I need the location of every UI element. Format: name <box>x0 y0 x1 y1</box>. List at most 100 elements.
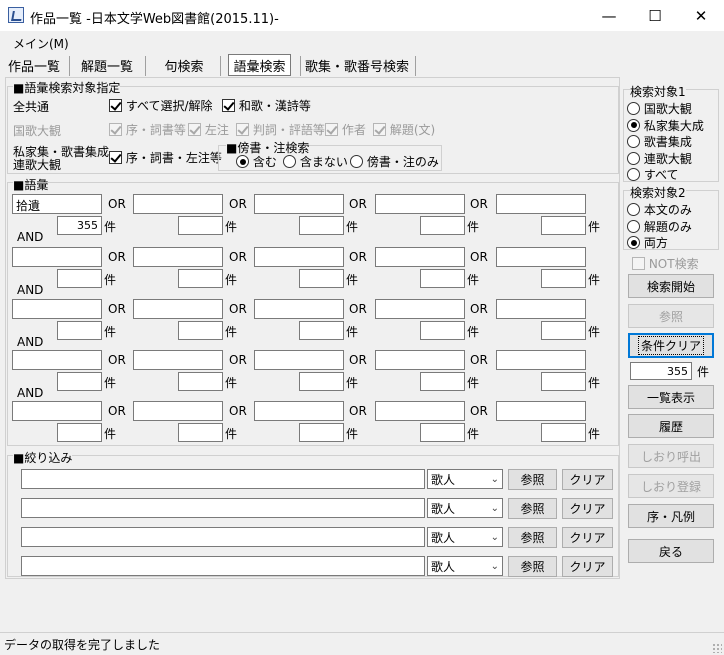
filter-select[interactable]: 歌人 ⌄ <box>427 469 503 489</box>
term-input[interactable] <box>12 401 102 421</box>
count-unit: 件 <box>588 325 601 339</box>
or-label: OR <box>349 353 367 367</box>
search-start-button[interactable]: 検索開始 <box>628 274 714 298</box>
close-button[interactable]: ✕ <box>678 0 724 31</box>
or-label: OR <box>229 250 247 264</box>
chevron-down-icon: ⌄ <box>490 473 499 485</box>
term-input[interactable] <box>254 401 344 421</box>
target2-option[interactable]: 本文のみ <box>627 201 692 218</box>
term-input[interactable] <box>496 194 586 214</box>
tab-divider <box>69 56 70 76</box>
target2-option[interactable]: 解題のみ <box>627 218 692 235</box>
term-input[interactable] <box>12 247 102 267</box>
term-input[interactable] <box>12 299 102 319</box>
kokka-kaidai-checkbox[interactable]: 解題(文) <box>373 121 435 138</box>
bookmark-call-button[interactable]: しおり呼出 <box>628 444 714 468</box>
term-input[interactable] <box>12 350 102 370</box>
bookmark-register-button[interactable]: しおり登録 <box>628 474 714 498</box>
back-button[interactable]: 戻る <box>628 539 714 563</box>
term-input[interactable] <box>133 247 223 267</box>
term-input[interactable] <box>133 401 223 421</box>
filter-clear-button[interactable]: クリア <box>562 527 613 548</box>
target1-option[interactable]: 歌書集成 <box>627 133 692 150</box>
tab-works-list[interactable]: 作品一覧 <box>5 54 63 76</box>
filter-clear-button[interactable]: クリア <box>562 469 613 490</box>
target1-option[interactable]: すべて <box>627 166 679 183</box>
term-input[interactable] <box>496 350 586 370</box>
target1-title: 検索対象1 <box>630 83 686 100</box>
tab-phrase-search[interactable]: 句検索 <box>160 54 208 76</box>
term-input[interactable] <box>133 194 223 214</box>
count-unit: 件 <box>588 220 601 234</box>
filter-input[interactable] <box>21 556 425 576</box>
filter-input[interactable] <box>21 527 425 547</box>
total-count-field: 355 <box>630 362 692 380</box>
term-input[interactable] <box>133 299 223 319</box>
term-input[interactable] <box>254 247 344 267</box>
tab-divider <box>300 56 301 76</box>
filter-ref-button[interactable]: 参照 <box>508 498 557 519</box>
or-label: OR <box>229 404 247 418</box>
term-input[interactable] <box>375 401 465 421</box>
term-count-field <box>57 423 102 442</box>
or-label: OR <box>108 404 126 418</box>
term-input[interactable] <box>375 194 465 214</box>
select-all-checkbox[interactable]: すべて選択/解除 <box>109 97 213 114</box>
history-button[interactable]: 履歴 <box>628 414 714 438</box>
target1-option[interactable]: 国歌大観 <box>627 100 692 117</box>
tab-kashu-search[interactable]: 歌集・歌番号検索 <box>305 54 409 76</box>
filter-clear-button[interactable]: クリア <box>562 498 613 519</box>
target1-option[interactable]: 私家集大成 <box>627 117 704 134</box>
term-input[interactable] <box>254 194 344 214</box>
count-unit: 件 <box>346 220 359 234</box>
filter-clear-button[interactable]: クリア <box>562 556 613 577</box>
count-unit: 件 <box>346 273 359 287</box>
target1-option[interactable]: 連歌大観 <box>627 150 692 167</box>
list-view-button[interactable]: 一覧表示 <box>628 385 714 409</box>
filter-select[interactable]: 歌人 ⌄ <box>427 556 503 576</box>
bosho-only-radio[interactable]: 傍書・注のみ <box>350 153 439 170</box>
bosho-exclude-radio[interactable]: 含まない <box>283 153 348 170</box>
preface-button[interactable]: 序・凡例 <box>628 504 714 528</box>
term-input[interactable] <box>496 247 586 267</box>
term-input[interactable] <box>496 299 586 319</box>
filter-ref-button[interactable]: 参照 <box>508 469 557 490</box>
target2-option[interactable]: 両方 <box>627 234 668 251</box>
menu-main[interactable]: メイン(M) <box>13 35 69 52</box>
tab-vocab-search[interactable]: 語彙検索 <box>228 54 291 76</box>
kokka-jo-checkbox[interactable]: 序・詞書等 <box>109 121 186 138</box>
waka-kanshi-checkbox[interactable]: 和歌・漢詩等 <box>222 97 311 114</box>
filter-ref-button[interactable]: 参照 <box>508 527 557 548</box>
term-count-field <box>57 269 102 288</box>
term-input[interactable] <box>375 247 465 267</box>
resize-grip[interactable] <box>712 643 722 653</box>
bosho-include-radio[interactable]: 含む <box>236 153 277 170</box>
term-input[interactable] <box>496 401 586 421</box>
term-count-field <box>299 216 344 235</box>
shika-jo-checkbox[interactable]: 序・詞書・左注等 <box>109 149 222 166</box>
ref-button[interactable]: 参照 <box>628 304 714 328</box>
term-input[interactable] <box>254 299 344 319</box>
filter-select[interactable]: 歌人 ⌄ <box>427 527 503 547</box>
kokka-author-checkbox[interactable]: 作者 <box>325 121 366 138</box>
checkbox-box[interactable] <box>222 99 235 112</box>
checkbox-box[interactable] <box>109 99 122 112</box>
not-search-checkbox[interactable]: NOT検索 <box>632 255 699 272</box>
term-count-field <box>178 269 223 288</box>
tab-kaidai-list[interactable]: 解題一覧 <box>78 54 136 76</box>
filter-ref-button[interactable]: 参照 <box>508 556 557 577</box>
term-input[interactable] <box>254 350 344 370</box>
kokka-sachu-checkbox[interactable]: 左注 <box>188 121 229 138</box>
kokka-hanshi-checkbox[interactable]: 判詞・評語等 <box>236 121 325 138</box>
term-input[interactable]: 拾遺 <box>12 194 102 214</box>
term-input[interactable] <box>133 350 223 370</box>
term-input[interactable] <box>375 350 465 370</box>
term-input[interactable] <box>375 299 465 319</box>
chevron-down-icon: ⌄ <box>490 531 499 543</box>
filter-select[interactable]: 歌人 ⌄ <box>427 498 503 518</box>
maximize-button[interactable]: ☐ <box>632 0 678 31</box>
minimize-button[interactable]: — <box>586 0 632 31</box>
filter-input[interactable] <box>21 469 425 489</box>
condition-clear-button[interactable]: 条件クリア <box>628 333 714 358</box>
filter-input[interactable] <box>21 498 425 518</box>
